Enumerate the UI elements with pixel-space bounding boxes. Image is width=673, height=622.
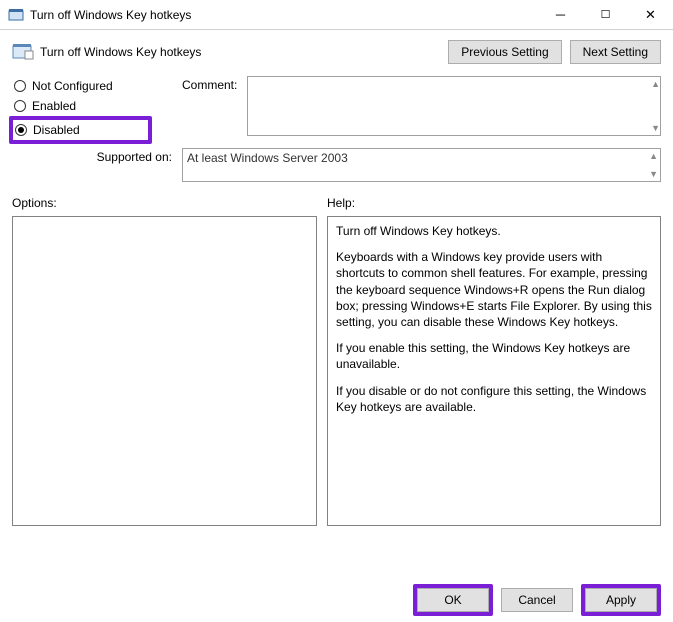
radio-label: Disabled [33, 123, 80, 137]
supported-on-label: Supported on: [12, 148, 172, 164]
policy-window-icon [8, 7, 24, 23]
help-panel: Turn off Windows Key hotkeys. Keyboards … [327, 216, 661, 526]
highlight-box: Disabled [9, 116, 152, 144]
scroll-up-icon[interactable]: ▲ [651, 79, 660, 89]
supported-on-box: At least Windows Server 2003 ▲ ▼ [182, 148, 661, 182]
apply-button[interactable]: Apply [585, 588, 657, 612]
minimize-button[interactable]: ─ [538, 0, 583, 30]
comment-textarea[interactable]: ▲ ▼ [247, 76, 661, 136]
close-button[interactable]: ✕ [628, 0, 673, 30]
help-label: Help: [327, 196, 661, 210]
supported-on-value: At least Windows Server 2003 [187, 151, 348, 165]
help-text: If you disable or do not configure this … [336, 383, 652, 415]
policy-title: Turn off Windows Key hotkeys [40, 45, 448, 59]
radio-label: Not Configured [32, 79, 113, 93]
maximize-button[interactable]: ☐ [583, 0, 628, 30]
options-panel [12, 216, 317, 526]
ok-button[interactable]: OK [417, 588, 489, 612]
radio-icon [14, 80, 26, 92]
window-title: Turn off Windows Key hotkeys [30, 8, 538, 22]
previous-setting-button[interactable]: Previous Setting [448, 40, 561, 64]
radio-icon [14, 100, 26, 112]
radio-disabled[interactable]: Disabled [13, 120, 134, 140]
highlight-box: OK [413, 584, 493, 616]
help-text: Turn off Windows Key hotkeys. [336, 223, 652, 239]
help-text: If you enable this setting, the Windows … [336, 340, 652, 372]
next-setting-button[interactable]: Next Setting [570, 40, 661, 64]
scroll-down-icon[interactable]: ▼ [649, 169, 658, 179]
radio-enabled[interactable]: Enabled [12, 96, 152, 116]
help-text: Keyboards with a Windows key provide use… [336, 249, 652, 330]
comment-label: Comment: [182, 76, 237, 136]
window-controls: ─ ☐ ✕ [538, 0, 673, 30]
highlight-box: Apply [581, 584, 661, 616]
cancel-button[interactable]: Cancel [501, 588, 573, 612]
radio-icon-checked [15, 124, 27, 136]
radio-label: Enabled [32, 99, 76, 113]
scroll-up-icon[interactable]: ▲ [649, 151, 658, 161]
titlebar: Turn off Windows Key hotkeys ─ ☐ ✕ [0, 0, 673, 30]
scroll-down-icon[interactable]: ▼ [651, 123, 660, 133]
options-label: Options: [12, 196, 317, 210]
dialog-footer: OK Cancel Apply [413, 584, 661, 616]
policy-icon [12, 43, 34, 61]
state-radio-group: Not Configured Enabled Disabled [12, 76, 152, 144]
radio-not-configured[interactable]: Not Configured [12, 76, 152, 96]
